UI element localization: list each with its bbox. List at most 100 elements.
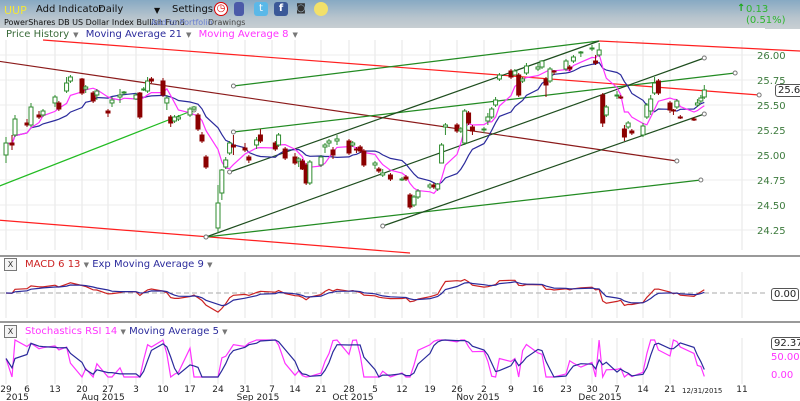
candle-body [223, 159, 229, 168]
trendline-handle [674, 158, 680, 164]
x-month-label: Aug 2015 [81, 393, 124, 401]
macd-label[interactable]: MACD 6 13 [25, 259, 80, 270]
chevron-down-icon[interactable]: ▼ [293, 31, 298, 39]
candle-body [361, 150, 367, 166]
candle-body [691, 118, 697, 121]
candle-body [551, 70, 557, 73]
price-legend: Price History ▼ Moving Average 21 ▼ Moving… [6, 29, 302, 40]
x-tick-label: 21 [664, 385, 675, 395]
candle-body [387, 174, 393, 180]
candle-body [3, 142, 9, 156]
legend-ma21[interactable]: Moving Average 21 [86, 29, 182, 40]
stoch-label[interactable]: Stochastics RSI 14 [25, 326, 117, 337]
candle-body [589, 47, 595, 50]
candle-body [307, 161, 313, 184]
chevron-down-icon[interactable]: ▼ [120, 328, 125, 336]
price-chart[interactable]: 29 6 13 20 27 3 10 17 24 31 7 14 21 28 5 12 19 26 2 9 16 23 30… [0, 0, 800, 401]
candle-body [493, 99, 499, 106]
candle-body [485, 116, 491, 122]
candle-body [655, 80, 661, 94]
stoch-panel-header: X Stochastics RSI 14 ▼ Moving Average 5 ▼ [0, 325, 228, 338]
candle-body [94, 90, 100, 96]
close-macd-button[interactable]: X [4, 258, 17, 271]
x-tick-label: 11 [736, 385, 747, 395]
y-tick-label: 25.00 [757, 151, 786, 162]
candle [276, 133, 282, 147]
legend-ma8[interactable]: Moving Average 8 [199, 29, 289, 40]
candle-body [415, 190, 421, 198]
candle-body [230, 144, 236, 148]
close-stoch-button[interactable]: X [4, 325, 17, 338]
trendline-handle [230, 83, 236, 89]
chevron-down-icon[interactable]: ▼ [207, 261, 212, 269]
macd-signal-label[interactable]: Exp Moving Average 9 [92, 259, 204, 270]
stoch-rsi-line [5, 339, 705, 380]
candle-body [469, 126, 475, 132]
candle [655, 79, 661, 95]
x-tick-label: 16 [532, 385, 544, 395]
candle-body [629, 130, 635, 134]
candle-body [282, 148, 288, 159]
candle [674, 99, 680, 109]
candle-body [535, 66, 541, 70]
candle-body [618, 96, 624, 99]
stoch-level-0: 0.00 [771, 370, 794, 381]
candle-body [276, 134, 282, 146]
candle-body [621, 128, 627, 138]
candle-body [215, 202, 221, 229]
candle-body [79, 78, 85, 94]
candle-body [357, 146, 363, 152]
chevron-down-icon[interactable]: ▼ [222, 328, 227, 336]
candle [439, 143, 445, 164]
candle-body [435, 183, 441, 190]
candle-body [481, 128, 487, 131]
candle-body [640, 125, 646, 136]
candle [282, 147, 288, 160]
candle-body [257, 134, 263, 142]
candle-body [596, 49, 602, 56]
candle-body [489, 108, 495, 118]
candle-body [67, 76, 73, 82]
candle [227, 141, 233, 155]
x-tick-label: 19 [424, 385, 436, 395]
candle-body [698, 97, 704, 102]
candle [489, 107, 495, 119]
candle-body [547, 68, 553, 82]
x-tick-label: 21 [315, 385, 326, 395]
macd-line [5, 278, 705, 313]
chevron-down-icon[interactable]: ▼ [84, 261, 89, 269]
candle-body [667, 102, 673, 111]
candle [411, 195, 417, 207]
price-readout: 25.65 [775, 84, 800, 97]
candle-body [407, 194, 413, 208]
candle-body [539, 60, 545, 68]
candle [307, 160, 313, 185]
x-month-label: Sep 2015 [237, 393, 280, 401]
candle-body [191, 106, 197, 110]
y-tick-label: 25.50 [757, 101, 786, 112]
candle-body [199, 134, 205, 142]
candle-body [625, 122, 631, 128]
legend-price-history[interactable]: Price History [6, 29, 69, 40]
chevron-down-icon[interactable]: ▼ [73, 31, 78, 39]
candle-body [52, 96, 58, 104]
candle-body [246, 156, 252, 161]
stoch-signal-label[interactable]: Moving Average 5 [129, 326, 219, 337]
x-tick-label: 17 [184, 385, 195, 395]
y-tick-label: 24.75 [757, 176, 786, 187]
candle [361, 149, 367, 167]
candle-body [512, 70, 518, 76]
candle-body [36, 114, 42, 118]
candle-body [578, 51, 584, 54]
candle-body [334, 138, 340, 142]
trendline-handle [756, 92, 762, 98]
candle-body [677, 116, 683, 119]
candle [547, 67, 553, 83]
candle-body [523, 65, 529, 74]
trendline-handle [380, 223, 386, 229]
candle-body [195, 114, 201, 130]
chevron-down-icon[interactable]: ▼ [186, 31, 191, 39]
candle-body [187, 108, 193, 116]
candle-body [160, 80, 166, 96]
candle-body [175, 116, 181, 120]
